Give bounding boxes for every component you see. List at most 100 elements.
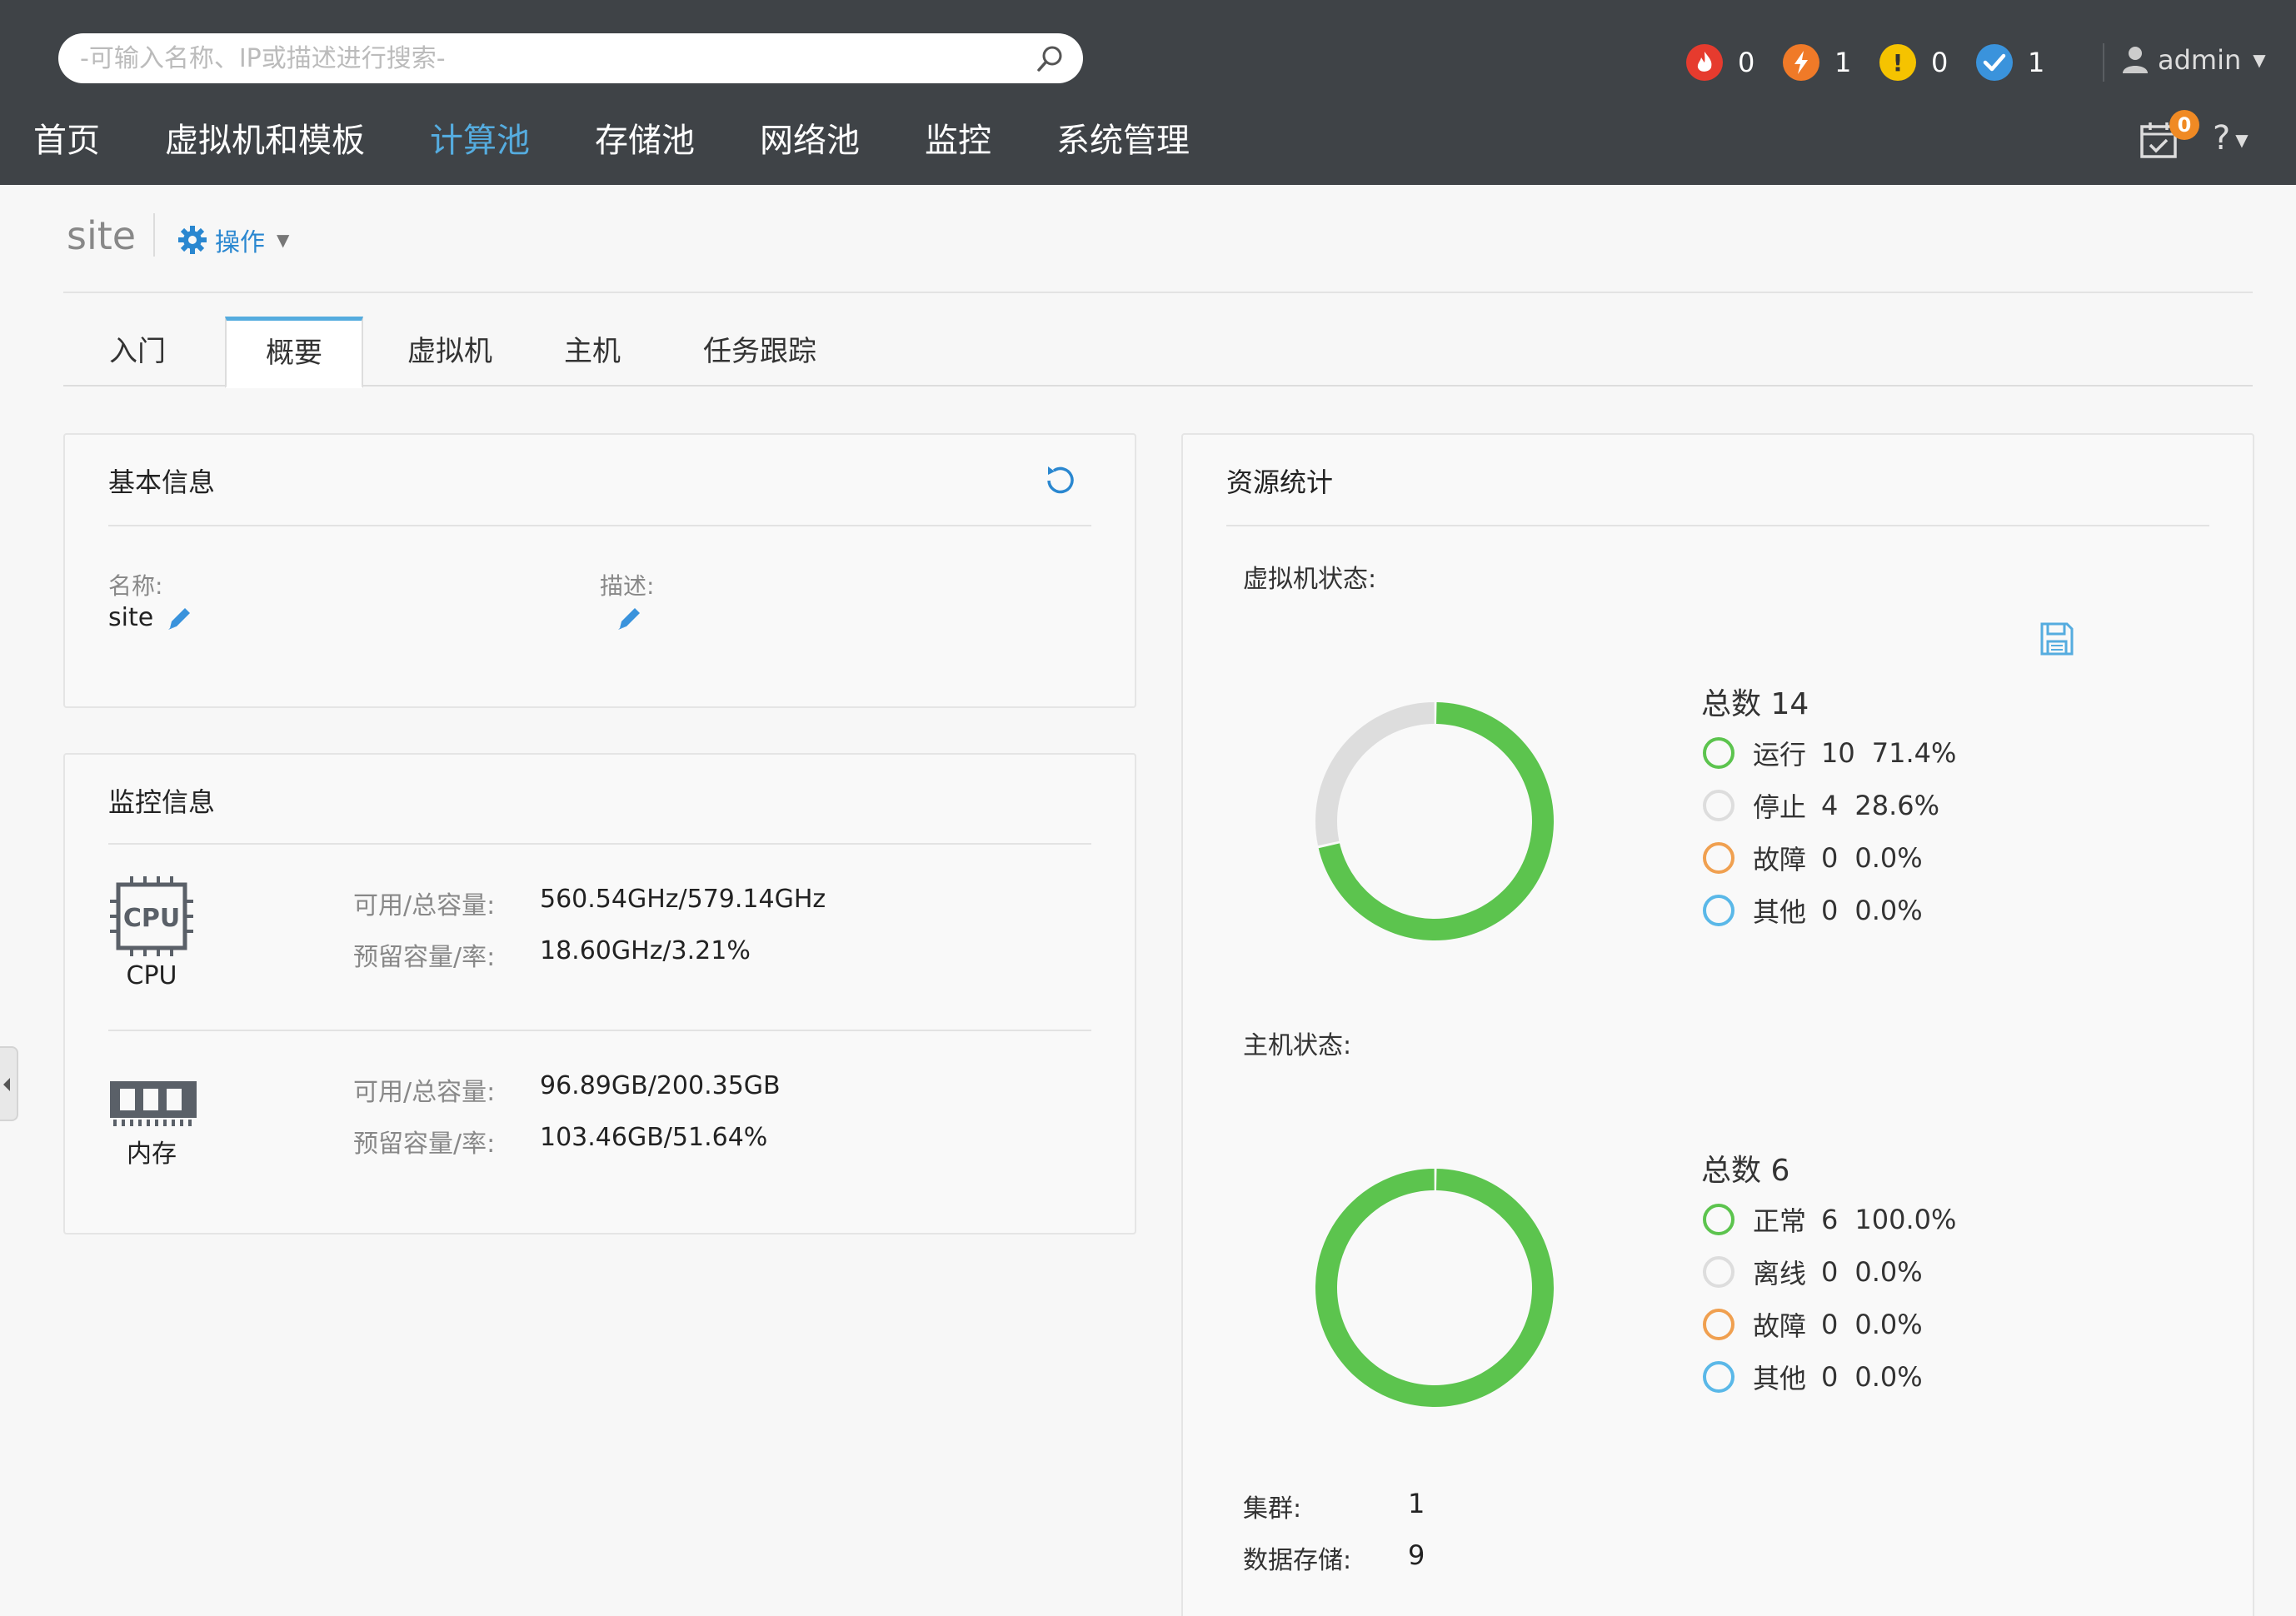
legend-name: 其他 bbox=[1753, 896, 1807, 928]
global-search bbox=[58, 33, 1083, 83]
resource-stats-panel: 资源统计 虚拟机状态: 总数 14 主机状态: 总数 6 集群: 1 数据存储:… bbox=[1181, 433, 2254, 1616]
refresh-icon[interactable] bbox=[1041, 461, 1080, 500]
user-menu[interactable]: admin ▼ bbox=[2121, 38, 2266, 82]
legend-percent: 0.0% bbox=[1854, 1309, 1923, 1340]
legend-count: 0 bbox=[1821, 842, 1839, 874]
monitor-info-panel: 监控信息 CPU CPU 可用/总容量: 560.54GHz/579.14GHz… bbox=[63, 753, 1136, 1234]
vm-legend-item[interactable]: 运行 10 71.4% bbox=[1703, 735, 1956, 771]
nav-storage-pool[interactable]: 存储池 bbox=[595, 115, 695, 167]
title-divider-line bbox=[63, 292, 2253, 293]
legend-count: 6 bbox=[1821, 1204, 1839, 1235]
legend-count: 10 bbox=[1821, 737, 1855, 769]
nav-vms-templates[interactable]: 虚拟机和模板 bbox=[165, 115, 365, 167]
nav-home[interactable]: 首页 bbox=[33, 115, 100, 167]
legend-percent: 0.0% bbox=[1854, 1256, 1923, 1288]
datastore-value: 9 bbox=[1408, 1539, 1425, 1571]
basic-info-panel: 基本信息 名称: site 描述: bbox=[63, 433, 1136, 708]
datastore-label: 数据存储: bbox=[1243, 1546, 1352, 1575]
status-ring-icon bbox=[1703, 1361, 1734, 1393]
legend-name: 停止 bbox=[1753, 791, 1807, 823]
host-legend-item[interactable]: 离线 0 0.0% bbox=[1703, 1254, 1923, 1290]
name-value: site bbox=[108, 603, 154, 632]
cpu-avail-value: 560.54GHz/579.14GHz bbox=[540, 885, 826, 914]
search-icon[interactable] bbox=[1036, 44, 1065, 72]
tab-hosts[interactable]: 主机 bbox=[538, 317, 646, 387]
alarm-info[interactable]: 1 bbox=[1976, 42, 2044, 83]
panel-title: 基本信息 bbox=[108, 466, 216, 498]
cpu-label: CPU bbox=[126, 961, 177, 990]
nav-network-pool[interactable]: 网络池 bbox=[760, 115, 860, 167]
lightning-icon bbox=[1783, 44, 1819, 81]
legend-percent: 0.0% bbox=[1854, 895, 1923, 926]
vm-status-label: 虚拟机状态: bbox=[1243, 565, 1377, 594]
tab-summary[interactable]: 概要 bbox=[225, 317, 363, 388]
alarm-major[interactable]: 1 bbox=[1783, 42, 1851, 83]
panel-divider bbox=[108, 1030, 1091, 1031]
help-menu[interactable]: ? ▼ bbox=[2213, 115, 2249, 163]
alarm-critical-count: 0 bbox=[1738, 47, 1755, 78]
host-legend-item[interactable]: 其他 0 0.0% bbox=[1703, 1359, 1923, 1395]
status-ring-icon bbox=[1703, 842, 1734, 874]
cpu-avail-label: 可用/总容量: bbox=[353, 891, 496, 920]
edit-description-icon[interactable] bbox=[615, 603, 645, 633]
legend-percent: 100.0% bbox=[1854, 1204, 1957, 1235]
legend-name: 正常 bbox=[1753, 1205, 1807, 1237]
vm-status-donut-chart bbox=[1315, 702, 1554, 940]
alarm-critical[interactable]: 0 bbox=[1686, 42, 1754, 83]
cluster-label: 集群: bbox=[1243, 1494, 1302, 1524]
panel-divider bbox=[108, 525, 1091, 526]
nav-compute-pool[interactable]: 计算池 bbox=[430, 115, 530, 167]
chevron-down-icon: ▼ bbox=[2253, 50, 2266, 70]
panel-divider bbox=[108, 843, 1091, 845]
cpu-icon: CPU bbox=[110, 876, 193, 956]
operations-menu[interactable]: 操作 ▼ bbox=[177, 222, 289, 258]
sidebar-collapse-toggle[interactable] bbox=[0, 1046, 18, 1121]
legend-name: 故障 bbox=[1753, 844, 1807, 875]
cluster-value: 1 bbox=[1408, 1488, 1425, 1519]
vm-legend-item[interactable]: 故障 0 0.0% bbox=[1703, 840, 1923, 876]
tab-getting-started[interactable]: 入门 bbox=[83, 317, 192, 387]
legend-count: 0 bbox=[1821, 1256, 1839, 1288]
legend-count: 0 bbox=[1821, 1361, 1839, 1393]
tab-task-tracking[interactable]: 任务跟踪 bbox=[668, 317, 851, 387]
edit-name-icon[interactable] bbox=[165, 603, 195, 633]
check-icon bbox=[1976, 44, 2013, 81]
operations-label: 操作 bbox=[215, 228, 265, 257]
legend-percent: 0.0% bbox=[1854, 1361, 1923, 1393]
status-ring-icon bbox=[1703, 1309, 1734, 1340]
cpu-reserve-label: 预留容量/率: bbox=[353, 943, 496, 972]
description-label: 描述: bbox=[600, 572, 655, 600]
vm-legend-item[interactable]: 其他 0 0.0% bbox=[1703, 892, 1923, 929]
save-icon[interactable] bbox=[2039, 621, 2074, 656]
cpu-icon-text: CPU bbox=[123, 904, 180, 933]
host-status-donut-chart bbox=[1315, 1169, 1554, 1407]
flame-icon bbox=[1686, 44, 1723, 81]
legend-count: 4 bbox=[1821, 790, 1839, 821]
nav-system-admin[interactable]: 系统管理 bbox=[1056, 115, 1190, 167]
status-ring-icon bbox=[1703, 1256, 1734, 1288]
task-calendar-button[interactable]: 0 bbox=[2139, 110, 2199, 162]
legend-name: 运行 bbox=[1753, 739, 1807, 771]
alarm-minor[interactable]: ! 0 bbox=[1879, 42, 1948, 83]
legend-percent: 0.0% bbox=[1854, 842, 1923, 874]
alarm-minor-count: 0 bbox=[1931, 47, 1949, 78]
vm-legend-item[interactable]: 停止 4 28.6% bbox=[1703, 787, 1939, 824]
host-legend-item[interactable]: 故障 0 0.0% bbox=[1703, 1306, 1923, 1343]
legend-percent: 71.4% bbox=[1871, 737, 1957, 769]
nav-monitoring[interactable]: 监控 bbox=[925, 115, 991, 167]
panel-divider bbox=[1226, 525, 2209, 526]
tab-vms[interactable]: 虚拟机 bbox=[375, 317, 525, 387]
vm-total: 总数 14 bbox=[1701, 687, 1809, 721]
chevron-down-icon: ▼ bbox=[2235, 130, 2249, 150]
memory-avail-value: 96.89GB/200.35GB bbox=[540, 1071, 781, 1100]
memory-reserve-value: 103.46GB/51.64% bbox=[540, 1123, 768, 1152]
legend-name: 故障 bbox=[1753, 1310, 1807, 1342]
exclamation-icon: ! bbox=[1879, 44, 1916, 81]
panel-title: 监控信息 bbox=[108, 786, 216, 818]
search-input[interactable] bbox=[80, 33, 1013, 83]
legend-name: 离线 bbox=[1753, 1258, 1807, 1289]
panel-title: 资源统计 bbox=[1226, 466, 1334, 498]
memory-avail-label: 可用/总容量: bbox=[353, 1078, 496, 1107]
host-legend-item[interactable]: 正常 6 100.0% bbox=[1703, 1201, 1956, 1238]
task-count-badge: 0 bbox=[2169, 110, 2199, 140]
